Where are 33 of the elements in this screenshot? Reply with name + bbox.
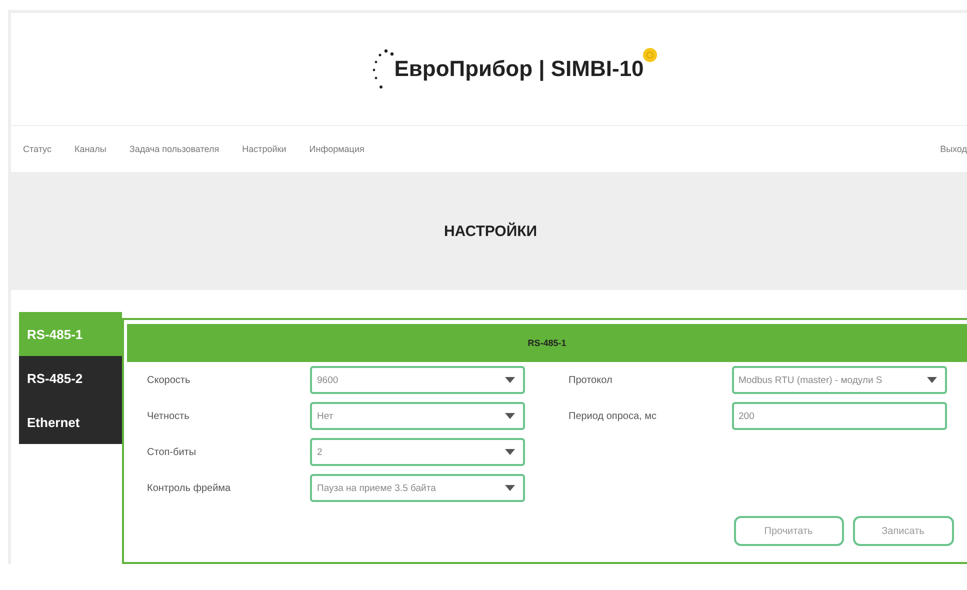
- sun-icon: [642, 47, 658, 63]
- caret-icon: [505, 485, 515, 491]
- action-button[interactable]: Записать: [852, 516, 954, 546]
- input-field[interactable]: 200: [732, 402, 946, 430]
- nav-link[interactable]: Информация: [309, 144, 364, 154]
- select-field[interactable]: Modbus RTU (master) - модули S: [732, 366, 946, 394]
- select-field[interactable]: 2: [310, 438, 525, 466]
- dots-icon: [372, 47, 394, 91]
- select-field[interactable]: Пауза на приеме 3.5 байта: [310, 474, 525, 502]
- nav-link[interactable]: Каналы: [74, 144, 106, 154]
- nav-link[interactable]: Статус: [23, 144, 52, 154]
- caret-icon: [505, 449, 515, 455]
- field-label: Протокол: [568, 374, 614, 386]
- tab[interactable]: RS-485-1: [19, 312, 122, 356]
- caret-icon: [505, 377, 515, 383]
- action-button[interactable]: Прочитать: [734, 516, 844, 546]
- field-label: Четность: [147, 410, 190, 422]
- select-field[interactable]: 9600: [310, 366, 525, 394]
- field-label: Скорость: [147, 374, 192, 386]
- logout-link[interactable]: Выход: [940, 144, 967, 154]
- field-label: Период опроса, мс: [568, 410, 658, 422]
- logo-text: ЕвроПрибор | SIMBI-10: [394, 56, 644, 82]
- field-label: Контроль фрейма: [147, 482, 232, 494]
- caret-icon: [505, 413, 515, 419]
- select-field[interactable]: Нет: [310, 402, 525, 430]
- tab[interactable]: RS-485-2: [19, 356, 122, 400]
- nav-link[interactable]: Настройки: [242, 144, 286, 154]
- field-label: Стоп-биты: [147, 446, 198, 458]
- panel-title: RS-485-1: [528, 338, 566, 348]
- tab[interactable]: Ethernet: [19, 400, 122, 444]
- nav-link[interactable]: Задача пользователя: [129, 144, 220, 154]
- caret-icon: [926, 377, 936, 383]
- page-title: НАСТРОЙКИ: [444, 222, 538, 240]
